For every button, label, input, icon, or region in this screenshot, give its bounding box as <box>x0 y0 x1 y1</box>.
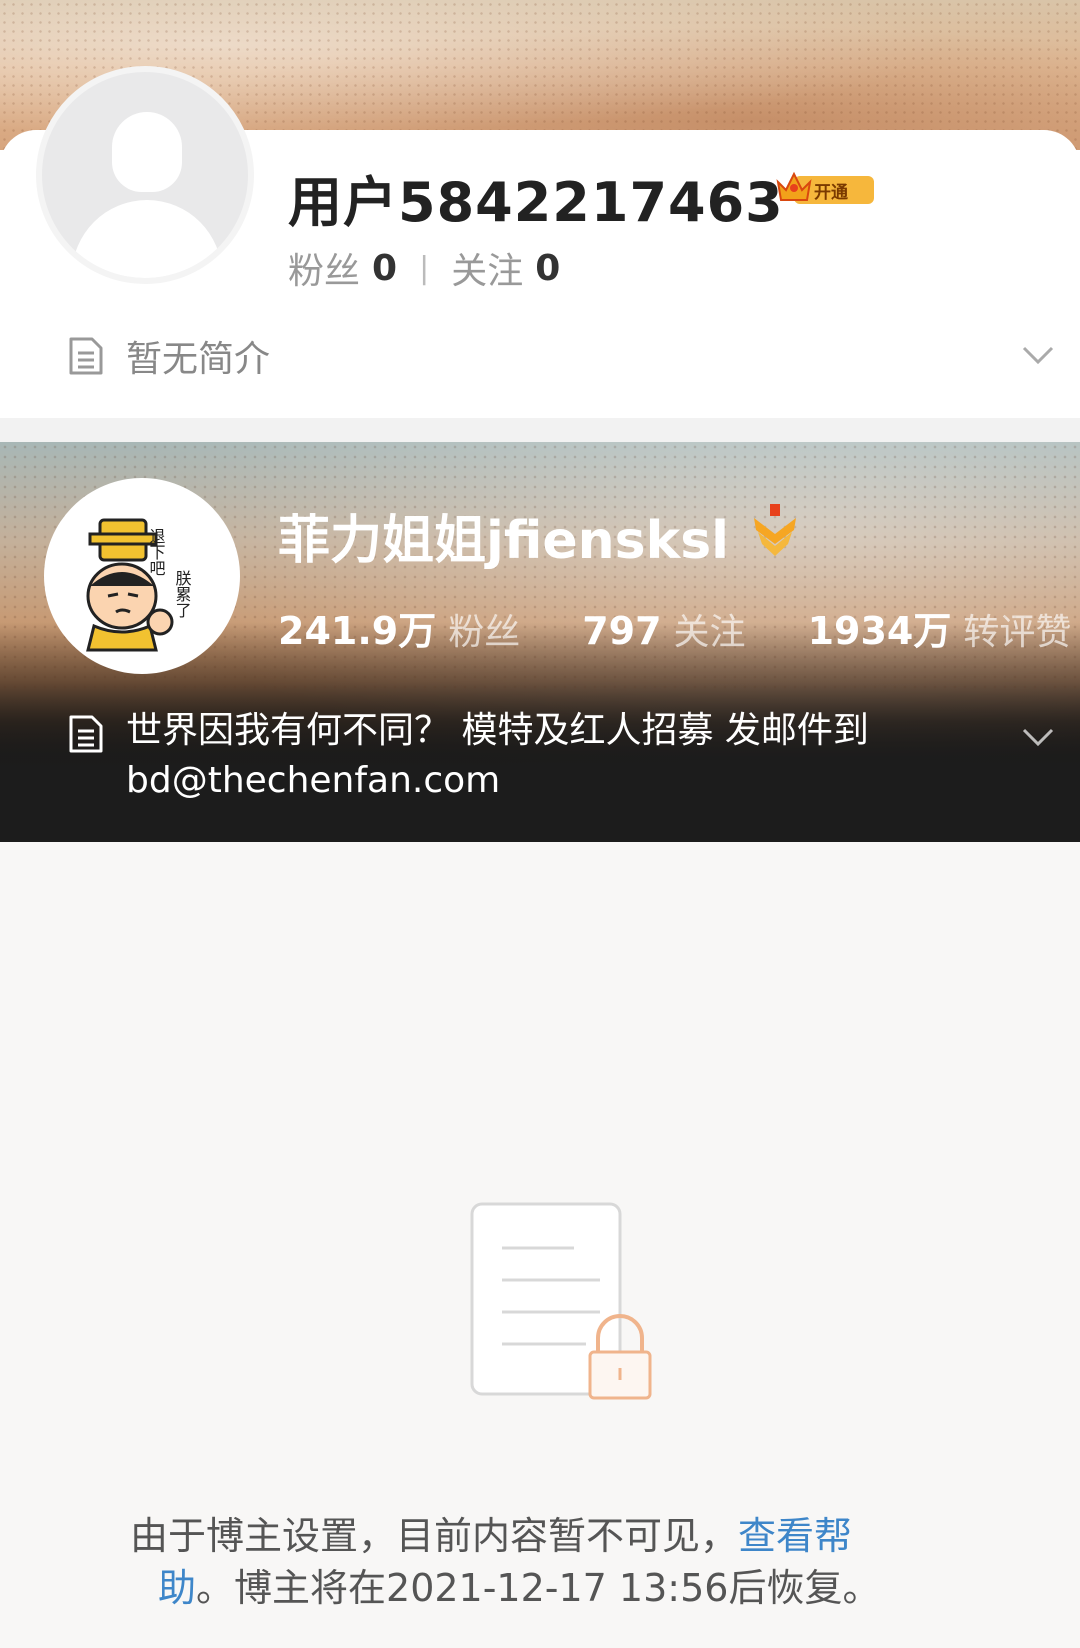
own-followers-label[interactable]: 粉丝 <box>288 242 360 294</box>
target-followers-label: 粉丝 <box>448 612 521 653</box>
target-following-label: 关注 <box>673 612 746 653</box>
target-interactions[interactable]: 1934万 转评赞 <box>808 600 1072 655</box>
target-following-count: 797 <box>582 609 662 653</box>
target-bio-row[interactable]: 世界因我有何不同？ 模特及红人招募 发邮件到 bd@thechenfan.com <box>68 706 988 806</box>
target-stats: 241.9万 粉丝 797 关注 1934万 转评赞 <box>278 600 1071 655</box>
cartoon-emperor-avatar: 退下吧 朕累了 <box>86 518 192 652</box>
target-following[interactable]: 797 关注 <box>582 603 745 655</box>
own-following-count[interactable]: 0 <box>535 248 560 289</box>
vip-badge-label: 开通 <box>814 183 848 203</box>
vip-open-badge[interactable]: 开通 <box>772 168 876 208</box>
target-username: 菲力姐姐jfiensksl <box>278 511 729 571</box>
own-profile-card: 用户5842217463 开通 粉丝 0 | 关注 0 暂无简介 <box>0 0 1080 418</box>
avatar-placeholder-body <box>72 200 222 278</box>
target-profile-card: 退下吧 朕累了 菲力姐姐jfiensksl 241.9万 粉丝 797 关注 1… <box>0 442 1080 842</box>
own-bio-row[interactable]: 暂无简介 <box>68 334 270 380</box>
avatar-caption-2: 朕累了 <box>173 570 192 618</box>
own-following-label[interactable]: 关注 <box>451 242 523 294</box>
content-hidden-notice: 由于博主设置，目前内容暂不可见，查看帮 助。博主将在2021-12-17 13:… <box>130 1510 970 1614</box>
own-bio-text: 暂无简介 <box>126 339 271 380</box>
avatar-placeholder-head <box>112 112 182 192</box>
view-help-link[interactable]: 查看帮 <box>738 1514 852 1558</box>
notice-text-2: 。博主将在2021-12-17 13:56后恢复。 <box>196 1566 881 1610</box>
target-interactions-count: 1934万 <box>807 609 952 653</box>
section-divider <box>0 418 1080 442</box>
own-avatar[interactable] <box>36 66 254 284</box>
target-bio-line-2: bd@thechenfan.com <box>126 760 501 801</box>
avatar-caption-1: 退下吧 <box>147 528 166 576</box>
target-followers-count: 241.9万 <box>278 609 437 653</box>
verified-medal-icon <box>754 504 796 556</box>
own-username: 用户5842217463 <box>288 171 784 234</box>
stats-separator: | <box>419 250 430 286</box>
notice-text-1: 由于博主设置，目前内容暂不可见， <box>130 1514 739 1558</box>
own-followers-count[interactable]: 0 <box>372 248 397 289</box>
view-help-link-cont[interactable]: 助 <box>158 1566 196 1610</box>
locked-document-illustration <box>470 1202 652 1400</box>
chevron-down-icon[interactable] <box>1018 722 1058 752</box>
document-icon <box>69 337 103 375</box>
crown-icon <box>776 171 812 201</box>
document-icon <box>69 715 103 753</box>
target-avatar[interactable]: 退下吧 朕累了 <box>44 478 240 674</box>
chevron-down-icon[interactable] <box>1018 340 1058 370</box>
target-followers[interactable]: 241.9万 粉丝 <box>278 600 520 655</box>
own-stats: 粉丝 0 | 关注 0 <box>288 242 560 294</box>
target-interactions-label: 转评赞 <box>963 612 1072 653</box>
target-bio-line-1: 世界因我有何不同？ 模特及红人招募 发邮件到 <box>126 710 869 751</box>
target-bio-text: 世界因我有何不同？ 模特及红人招募 发邮件到 bd@thechenfan.com <box>126 706 869 806</box>
